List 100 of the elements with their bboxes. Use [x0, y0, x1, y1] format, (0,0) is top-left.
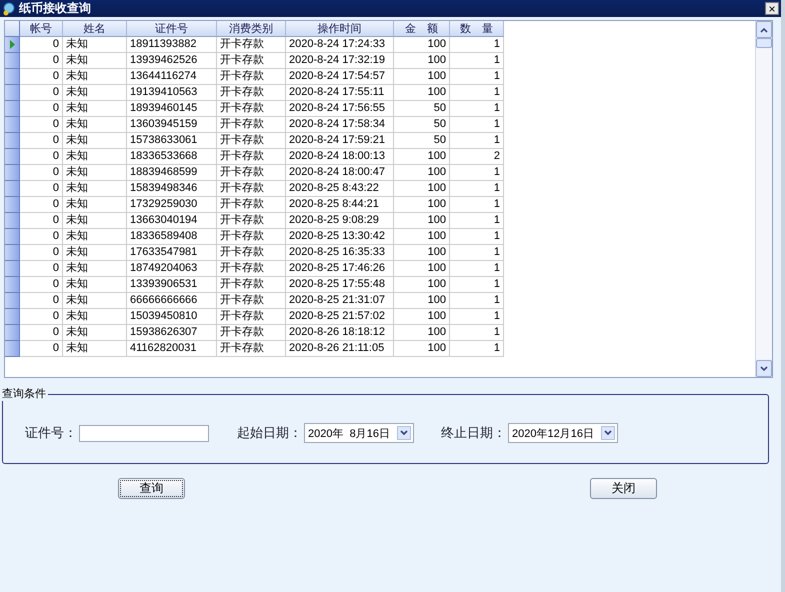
table-cell: 1 [450, 133, 504, 149]
window-title: 纸币接收查询 [19, 0, 91, 17]
end-date-picker[interactable]: 2020年12月16日 [508, 423, 618, 443]
table-cell: 2020-8-24 17:56:55 [286, 101, 394, 117]
table-cell: 1 [450, 261, 504, 277]
scroll-thumb[interactable] [756, 38, 772, 48]
table-cell: 50 [394, 117, 450, 133]
column-header[interactable]: 消费类别 [217, 21, 286, 37]
row-selector[interactable] [5, 133, 20, 149]
table-cell: 100 [394, 277, 450, 293]
table-cell: 未知 [63, 165, 127, 181]
table-cell: 未知 [63, 85, 127, 101]
table-cell: 0 [20, 117, 63, 133]
table-cell: 未知 [63, 197, 127, 213]
query-button[interactable]: 查询 [118, 478, 185, 499]
column-header[interactable]: 数 量 [450, 21, 504, 37]
table-cell: 0 [20, 341, 63, 357]
row-selector[interactable] [5, 325, 20, 341]
row-selector[interactable] [5, 149, 20, 165]
table-cell: 开卡存款 [217, 117, 286, 133]
table-cell: 未知 [63, 309, 127, 325]
table-cell: 1 [450, 53, 504, 69]
row-selector[interactable] [5, 181, 20, 197]
row-selector[interactable] [5, 197, 20, 213]
row-selector[interactable] [5, 293, 20, 309]
table-cell: 100 [394, 309, 450, 325]
table-cell: 2020-8-25 8:44:21 [286, 197, 394, 213]
table-cell: 15738633061 [127, 133, 217, 149]
row-selector[interactable] [5, 69, 20, 85]
table-cell: 开卡存款 [217, 101, 286, 117]
table-cell: 未知 [63, 117, 127, 133]
table-cell: 18839468599 [127, 165, 217, 181]
table-cell: 1 [450, 245, 504, 261]
table-cell: 未知 [63, 213, 127, 229]
start-date-picker[interactable]: 2020年 8月16日 [304, 423, 414, 443]
row-selector[interactable] [5, 101, 20, 117]
table-cell: 100 [394, 37, 450, 53]
column-header[interactable]: 操作时间 [286, 21, 394, 37]
table-cell: 1 [450, 229, 504, 245]
table-cell: 100 [394, 149, 450, 165]
table-cell: 2020-8-25 17:55:48 [286, 277, 394, 293]
table-cell: 2 [450, 149, 504, 165]
table-cell: 0 [20, 213, 63, 229]
table-cell: 1 [450, 325, 504, 341]
table-cell: 0 [20, 37, 63, 53]
row-selector[interactable] [5, 85, 20, 101]
field-label: 证件号： [25, 425, 77, 442]
table-cell: 2020-8-24 18:00:47 [286, 165, 394, 181]
table-cell: 2020-8-24 17:24:33 [286, 37, 394, 53]
table-cell: 100 [394, 293, 450, 309]
row-selector[interactable] [5, 277, 20, 293]
table-cell: 未知 [63, 293, 127, 309]
table-cell: 100 [394, 261, 450, 277]
id-number-field[interactable] [79, 424, 209, 442]
vertical-scrollbar[interactable] [755, 21, 772, 377]
column-header[interactable]: 金 额 [394, 21, 450, 37]
table-cell: 0 [20, 293, 63, 309]
table-cell: 100 [394, 165, 450, 181]
table-cell: 100 [394, 325, 450, 341]
table-cell: 100 [394, 181, 450, 197]
table-cell: 17329259030 [127, 197, 217, 213]
table-cell: 0 [20, 325, 63, 341]
table-cell: 0 [20, 85, 63, 101]
close-window-button[interactable]: 关闭 [590, 478, 657, 499]
table-cell: 开卡存款 [217, 245, 286, 261]
table-cell: 2020-8-24 17:32:19 [286, 53, 394, 69]
table-cell: 1 [450, 37, 504, 53]
app-icon [2, 2, 16, 16]
close-button[interactable]: × [765, 2, 779, 15]
column-header[interactable]: 证件号 [127, 21, 217, 37]
table-cell: 开卡存款 [217, 149, 286, 165]
table-cell: 未知 [63, 133, 127, 149]
table-cell: 2020-8-24 17:55:11 [286, 85, 394, 101]
column-header[interactable]: 姓名 [63, 21, 127, 37]
table-cell: 50 [394, 101, 450, 117]
row-selector[interactable] [5, 229, 20, 245]
table-cell: 2020-8-24 17:58:34 [286, 117, 394, 133]
row-selector[interactable] [5, 53, 20, 69]
table-cell: 66666666666 [127, 293, 217, 309]
row-selector[interactable] [5, 213, 20, 229]
table-cell: 1 [450, 69, 504, 85]
table-cell: 开卡存款 [217, 325, 286, 341]
table-cell: 13939462526 [127, 53, 217, 69]
row-selector[interactable] [5, 117, 20, 133]
row-selector[interactable] [5, 309, 20, 325]
table-cell: 100 [394, 245, 450, 261]
table-cell: 开卡存款 [217, 293, 286, 309]
row-selector[interactable] [5, 245, 20, 261]
row-selector[interactable] [5, 165, 20, 181]
table-cell: 未知 [63, 261, 127, 277]
table-cell: 未知 [63, 101, 127, 117]
table-cell: 1 [450, 85, 504, 101]
table-cell: 未知 [63, 149, 127, 165]
table-cell: 0 [20, 309, 63, 325]
row-selector[interactable] [5, 261, 20, 277]
row-selector[interactable] [5, 37, 20, 53]
table-cell: 1 [450, 309, 504, 325]
table-cell: 17633547981 [127, 245, 217, 261]
column-header[interactable]: 帐号 [20, 21, 63, 37]
row-selector[interactable] [5, 341, 20, 357]
